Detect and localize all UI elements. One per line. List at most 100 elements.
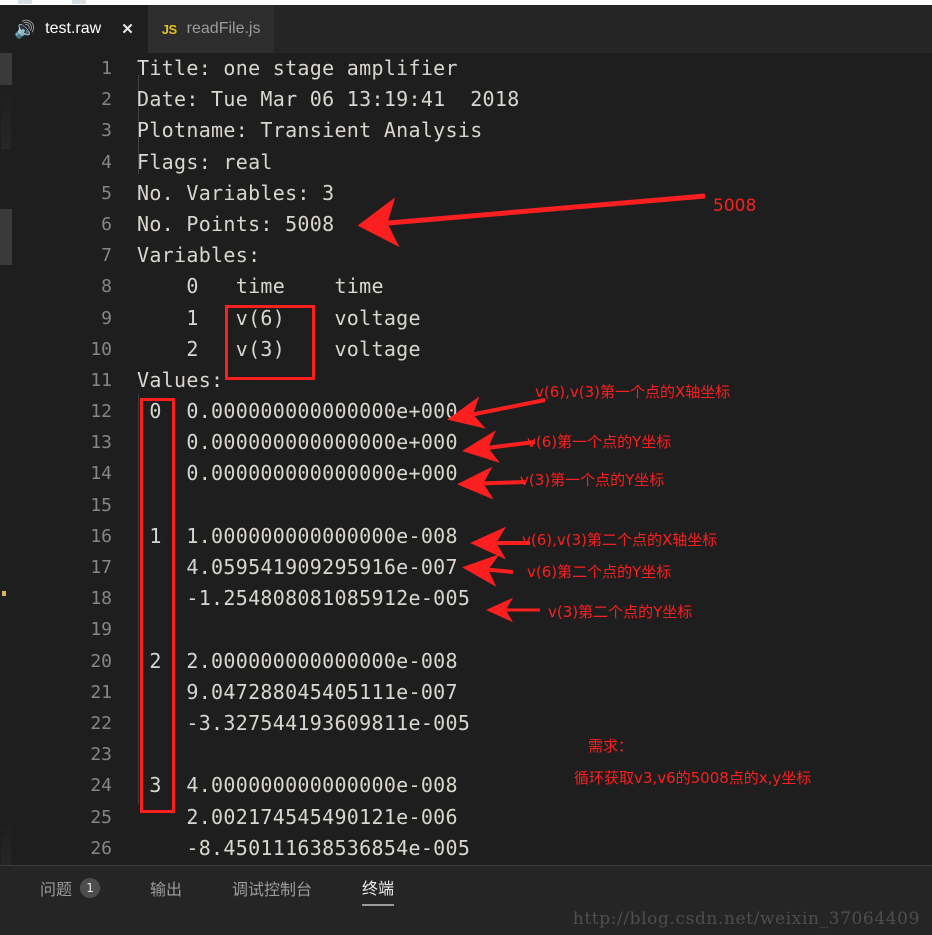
line-number: 20: [90, 650, 112, 672]
code-text: 0.000000000000000e+000: [137, 430, 458, 455]
line-number: 1: [101, 58, 112, 79]
panel-tab[interactable]: 问题 1: [40, 876, 101, 905]
code-line[interactable]: 9 1 v(6) voltage: [12, 303, 932, 334]
panel-tab-list[interactable]: 问题 1 输出 调试控制台 终端: [40, 875, 444, 906]
code-text: 2.002174545490121e-006: [137, 804, 458, 829]
line-number: 22: [90, 712, 112, 734]
line-number: 23: [90, 744, 112, 766]
code-line[interactable]: 15: [12, 490, 932, 521]
code-line[interactable]: 6 No. Points: 5008: [12, 209, 932, 240]
code-text: 9.047288045405111e-007: [137, 679, 458, 704]
code-text: 3 4.000000000000000e-008: [137, 773, 458, 798]
code-line[interactable]: 26 -8.450111638536854e-005: [12, 833, 932, 864]
ghost-icon-2: [72, 0, 86, 4]
panel-tab[interactable]: 调试控制台: [232, 876, 312, 905]
code-line[interactable]: 2 Date: Tue Mar 06 13:19:41 2018: [12, 84, 932, 115]
code-text: -1.254808081085912e-005: [137, 586, 471, 611]
line-number: 5: [101, 182, 112, 204]
code-text: Values:: [137, 367, 224, 392]
tab-label: readFile.js: [186, 20, 261, 37]
line-number: 18: [90, 588, 112, 610]
editor-tab-bar: 🔊 test.raw ✕ JS readFile.js: [0, 5, 932, 53]
code-line[interactable]: 21 9.047288045405111e-007: [12, 677, 932, 708]
ghost-icon-1: [18, 0, 32, 4]
line-number: 3: [101, 120, 112, 142]
code-text: Variables:: [137, 243, 261, 268]
code-line[interactable]: 7 Variables:: [12, 240, 932, 271]
code-line[interactable]: 16 1 1.000000000000000e-008: [12, 521, 932, 552]
code-line[interactable]: 18 -1.254808081085912e-005: [12, 583, 932, 614]
code-line[interactable]: 5 No. Variables: 3: [12, 178, 932, 209]
line-number: 10: [90, 338, 112, 360]
code-editor[interactable]: 1 Title: one stage amplifier 2 Date: Tue Ma…: [12, 53, 932, 865]
edge-block: [0, 209, 12, 265]
line-number: 6: [101, 213, 112, 235]
line-number: 11: [90, 369, 112, 391]
edge-dots: [1, 89, 11, 149]
code-text: 0.000000000000000e+000: [137, 461, 458, 486]
code-line[interactable]: 4 Flags: real: [12, 147, 932, 178]
watermark-text: http://blog.csdn.net/weixin_37064409: [572, 909, 920, 929]
code-text: 2 2.000000000000000e-008: [137, 648, 458, 673]
panel-tab-label: 终端: [362, 879, 395, 898]
code-line[interactable]: 13 0.000000000000000e+000: [12, 427, 932, 458]
code-text: 1 v(6) voltage: [137, 305, 421, 330]
line-number: 25: [90, 806, 112, 828]
line-number: 9: [101, 307, 112, 329]
edge-block: [0, 53, 12, 85]
panel-tab[interactable]: 终端: [362, 875, 395, 906]
code-text: Flags: real: [137, 149, 273, 174]
code-text: Title: one stage amplifier: [137, 56, 458, 80]
code-line[interactable]: 23: [12, 739, 932, 770]
code-line[interactable]: 1 Title: one stage amplifier: [12, 53, 932, 84]
speaker-icon: 🔊: [14, 19, 36, 39]
line-number: 8: [101, 276, 112, 298]
code-text: -8.450111638536854e-005: [137, 835, 471, 860]
tab-readfile-js[interactable]: JS readFile.js: [147, 5, 275, 53]
line-number: 13: [90, 432, 112, 454]
code-line[interactable]: 25 2.002174545490121e-006: [12, 802, 932, 833]
line-number: 19: [90, 619, 112, 641]
code-text: 0 time time: [137, 274, 384, 299]
line-number: 26: [90, 837, 112, 859]
line-number: 12: [90, 401, 112, 423]
code-text: 0 0.000000000000000e+000: [137, 399, 458, 424]
code-text: No. Points: 5008: [137, 211, 335, 236]
code-line[interactable]: 17 4.059541909295916e-007: [12, 552, 932, 583]
tab-label: test.raw: [45, 20, 102, 37]
code-line[interactable]: 10 2 v(3) voltage: [12, 334, 932, 365]
code-line[interactable]: 14 0.000000000000000e+000: [12, 458, 932, 489]
close-icon[interactable]: ✕: [121, 22, 134, 37]
editor-left-edge[interactable]: [0, 53, 12, 865]
line-number: 16: [90, 525, 112, 547]
line-number: 15: [90, 494, 112, 516]
code-line[interactable]: 12 0 0.000000000000000e+000: [12, 396, 932, 427]
code-text: No. Variables: 3: [137, 180, 335, 205]
panel-tab-label: 调试控制台: [232, 880, 313, 899]
edge-marker: [2, 591, 6, 596]
code-line[interactable]: 20 2 2.000000000000000e-008: [12, 646, 932, 677]
code-lines[interactable]: 1 Title: one stage amplifier 2 Date: Tue Ma…: [12, 53, 932, 864]
panel-tab-label: 输出: [150, 880, 183, 899]
code-text: 1 1.000000000000000e-008: [137, 523, 458, 548]
code-line[interactable]: 3 Plotname: Transient Analysis: [12, 115, 932, 146]
panel-tab[interactable]: 输出: [150, 876, 182, 905]
panel-tab-badge: 1: [80, 878, 101, 898]
line-number: 2: [101, 89, 112, 111]
panel-tab-label: 问题: [40, 880, 73, 899]
code-line[interactable]: 24 3 4.000000000000000e-008: [12, 770, 932, 801]
code-line[interactable]: 19: [12, 614, 932, 645]
line-number: 14: [90, 463, 112, 485]
js-file-icon: JS: [161, 21, 177, 37]
bottom-panel: 问题 1 输出 调试控制台 终端 http://blog.csdn.net/weixin…: [0, 865, 932, 935]
tab-test-raw[interactable]: 🔊 test.raw ✕: [0, 5, 148, 53]
code-line[interactable]: 8 0 time time: [12, 271, 932, 302]
code-text: -3.327544193609811e-005: [137, 710, 471, 735]
line-number: 21: [90, 681, 112, 703]
code-text: Plotname: Transient Analysis: [137, 118, 483, 143]
code-line[interactable]: 22 -3.327544193609811e-005: [12, 708, 932, 739]
line-number: 24: [90, 775, 112, 797]
line-number: 4: [101, 151, 112, 173]
code-line[interactable]: 11 Values:: [12, 365, 932, 396]
line-number: 7: [101, 245, 112, 267]
